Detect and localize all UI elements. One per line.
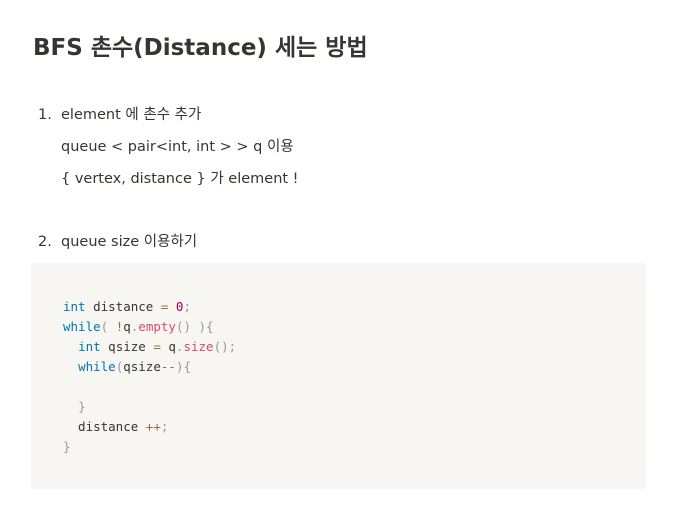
document-page: BFS 촌수(Distance) 세는 방법 1. element 에 촌수 추…: [0, 0, 677, 515]
code-token: }: [78, 399, 86, 414]
list-item-line: element 에 촌수 추가: [61, 107, 202, 123]
code-token: size: [183, 339, 214, 354]
list-item-line: queue size 이용하기: [61, 234, 198, 250]
code-token: ++: [145, 419, 161, 434]
code-line: }: [63, 437, 71, 457]
code-token: ;: [183, 299, 191, 314]
code-token: distance: [85, 299, 161, 314]
code-line: int distance = 0;: [63, 297, 191, 317]
code-token: int: [63, 299, 86, 314]
code-token: =: [153, 339, 161, 354]
code-token: distance: [63, 419, 146, 434]
list-number: 2.: [38, 234, 52, 250]
code-token: q: [123, 319, 131, 334]
code-line: while(qsize--){: [63, 357, 191, 377]
code-token: q: [160, 339, 176, 354]
code-token: (): [175, 319, 191, 334]
code-block: int distance = 0; while( !q.empty() ){ i…: [31, 263, 646, 489]
list-item-line: { vertex, distance } 가 element !: [61, 171, 299, 187]
code-token: ;: [160, 419, 169, 434]
code-token: }: [63, 439, 71, 454]
code-token: ();: [213, 339, 237, 354]
list-item-line: queue < pair<int, int > > q 이용: [61, 139, 294, 155]
code-token: empty: [138, 319, 176, 334]
code-line: }: [63, 397, 86, 417]
code-token: --: [160, 359, 176, 374]
code-token: ){: [175, 359, 191, 374]
code-token: ){: [198, 319, 214, 334]
code-token: qsize: [123, 359, 161, 374]
list-number: 1.: [38, 107, 52, 123]
page-title: BFS 촌수(Distance) 세는 방법: [33, 35, 368, 61]
code-token: while: [63, 319, 101, 334]
code-token: int: [78, 339, 101, 354]
code-token: qsize: [100, 339, 154, 354]
code-line: distance ++;: [63, 417, 168, 437]
code-line: while( !q.empty() ){: [63, 317, 214, 337]
code-line: int qsize = q.size();: [63, 337, 236, 357]
code-token: while: [78, 359, 116, 374]
